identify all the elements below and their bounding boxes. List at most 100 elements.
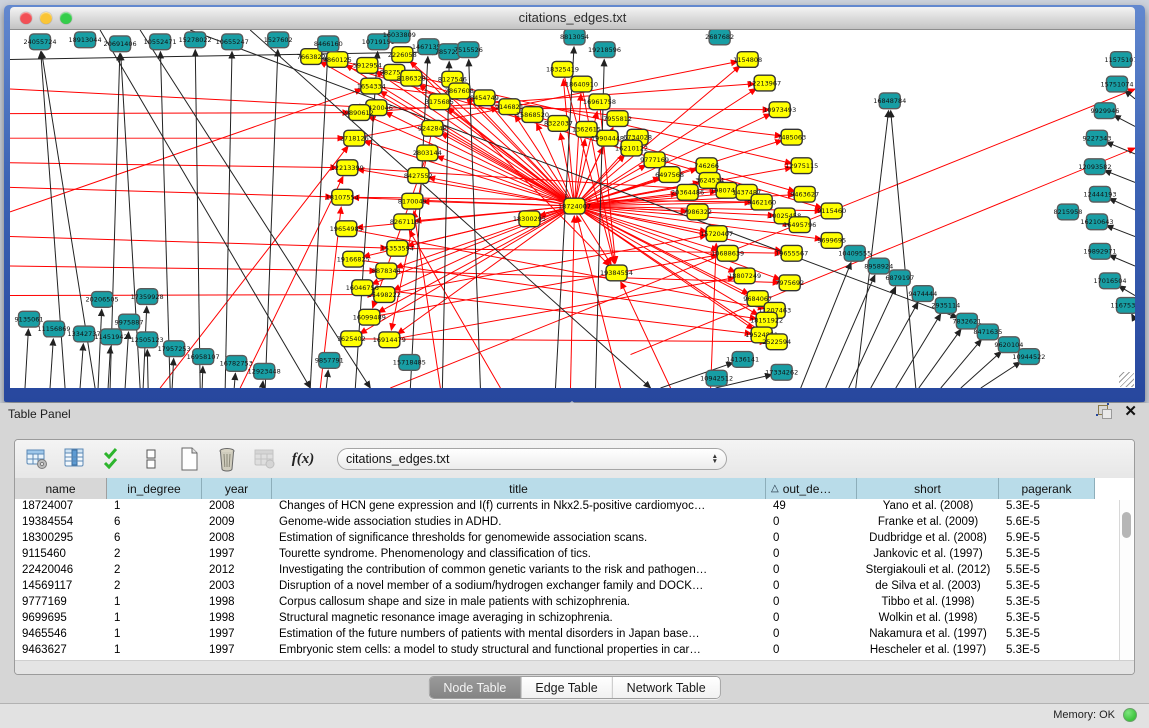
cell-pagerank[interactable]: 5.3E-5 [999, 627, 1095, 643]
memory-ok-icon[interactable] [1123, 708, 1137, 722]
graph-node[interactable]: 2718126 [340, 130, 369, 146]
cell-in_degree[interactable]: 6 [107, 515, 202, 531]
cell-year[interactable]: 1997 [202, 547, 272, 563]
graph-node[interactable]: 16210643 [1080, 214, 1113, 230]
graph-node[interactable]: 7955812 [603, 111, 632, 127]
cell-title[interactable]: Tourette syndrome. Phenomenology and cla… [272, 547, 766, 563]
graph-node[interactable]: 12213967 [748, 75, 781, 91]
window-resize-grip[interactable] [1119, 372, 1134, 387]
table-vscrollbar[interactable] [1119, 500, 1133, 660]
graph-edge[interactable] [265, 50, 278, 388]
graph-node[interactable]: 2687682 [705, 30, 734, 45]
cell-out_degree[interactable]: 0 [766, 627, 857, 643]
graph-node[interactable]: 9857791 [315, 353, 344, 369]
graph-edge[interactable] [234, 373, 235, 388]
column-header-pagerank[interactable]: pagerank [999, 478, 1095, 499]
cell-pagerank[interactable]: 5.9E-5 [999, 531, 1095, 547]
cell-title[interactable]: Corpus callosum shape and size in male p… [272, 595, 766, 611]
column-header-in_degree[interactable]: in_degree [107, 478, 202, 499]
graph-node[interactable]: 7515526 [454, 42, 483, 58]
table-row[interactable]: 969969511998Structural magnetic resonanc… [15, 611, 1134, 627]
graph-node[interactable]: 1154808 [733, 52, 762, 68]
table-row[interactable]: 1938455462009Genome-wide association stu… [15, 515, 1134, 531]
graph-node[interactable]: 9929946 [1091, 103, 1120, 119]
graph-edge[interactable] [172, 358, 174, 388]
graph-edge[interactable] [891, 111, 916, 388]
graph-node[interactable]: 9227343 [1083, 130, 1112, 146]
cell-year[interactable]: 2009 [202, 515, 272, 531]
cell-short[interactable]: Jankovic et al. (1997) [857, 547, 999, 563]
graph-node[interactable]: 9462160 [747, 194, 776, 210]
cell-year[interactable]: 2008 [202, 531, 272, 547]
graph-node[interactable]: 9860125 [323, 52, 352, 68]
graph-node[interactable]: 8466160 [314, 36, 343, 52]
graph-node[interactable]: 1527602 [264, 32, 293, 48]
graph-node[interactable]: 5912954 [353, 58, 382, 74]
graph-edge[interactable] [577, 216, 621, 388]
graph-edge[interactable] [1109, 198, 1135, 210]
cell-pagerank[interactable]: 5.3E-5 [999, 579, 1095, 595]
graph-edge[interactable] [1106, 142, 1135, 154]
graph-node[interactable]: 7975692 [775, 275, 804, 291]
table-row[interactable]: 1872400712008Changes of HCN gene express… [15, 499, 1134, 515]
cell-pagerank[interactable]: 5.6E-5 [999, 515, 1095, 531]
graph-node[interactable]: 746266 [694, 158, 719, 174]
graph-node[interactable]: 9474444 [908, 286, 937, 302]
delete-icon[interactable] [215, 447, 239, 471]
graph-node[interactable]: 14136141 [726, 352, 759, 368]
graph-node[interactable]: 11156869 [38, 321, 71, 337]
graph-edge[interactable] [351, 339, 766, 342]
cell-name[interactable]: 9115460 [15, 547, 107, 563]
graph-edge[interactable] [1106, 225, 1135, 236]
cell-year[interactable]: 1997 [202, 627, 272, 643]
graph-edge[interactable] [326, 370, 328, 388]
graph-node[interactable]: 8427552 [404, 168, 433, 184]
graph-node[interactable]: 10655247 [216, 34, 249, 50]
graph-edge[interactable] [1114, 115, 1135, 126]
cell-out_degree[interactable]: 0 [766, 579, 857, 595]
cell-short[interactable]: Dudbridge et al. (2008) [857, 531, 999, 547]
graph-edge[interactable] [10, 295, 374, 296]
graph-node[interactable]: 17016504 [1093, 273, 1126, 289]
cell-pagerank[interactable]: 5.3E-5 [999, 499, 1095, 515]
cell-pagerank[interactable]: 5.3E-5 [999, 547, 1095, 563]
network-window[interactable]: citations_edges.txt 18724007183002952226… [4, 5, 1145, 402]
cell-out_degree[interactable]: 0 [766, 611, 857, 627]
cell-title[interactable]: Estimation of significance thresholds fo… [272, 531, 766, 547]
cell-year[interactable]: 1997 [202, 643, 272, 659]
graph-edge[interactable] [98, 309, 102, 388]
cell-title[interactable]: Genome-wide association studies in ADHD. [272, 515, 766, 531]
cell-year[interactable]: 1998 [202, 611, 272, 627]
cell-pagerank[interactable]: 5.3E-5 [999, 643, 1095, 659]
graph-node[interactable]: 8215958 [1053, 204, 1082, 220]
graph-node[interactable]: 11575107 [1104, 52, 1135, 68]
graph-node[interactable]: 19166825 [337, 251, 370, 267]
graph-edge[interactable] [1132, 314, 1135, 320]
graph-node[interactable]: 7485063 [777, 129, 806, 145]
graph-node[interactable]: 10409555 [838, 245, 871, 261]
cell-short[interactable]: Hescheler et al. (1997) [857, 643, 999, 659]
cell-short[interactable]: de Silva et al. (2003) [857, 579, 999, 595]
graph-node[interactable]: 18640910 [565, 76, 598, 92]
cell-name[interactable]: 9699695 [15, 611, 107, 627]
graph-edge[interactable] [100, 30, 310, 388]
graph-edge[interactable] [801, 262, 851, 388]
graph-edge[interactable] [80, 344, 83, 388]
graph-node[interactable]: 8170049 [398, 193, 427, 209]
graph-node[interactable]: 18325419 [546, 61, 579, 77]
cell-short[interactable]: Tibbo et al. (1998) [857, 595, 999, 611]
cell-short[interactable]: Franke et al. (2009) [857, 515, 999, 531]
cell-name[interactable]: 18724007 [15, 499, 107, 515]
table-select-dropdown[interactable]: citations_edges.txt ▲▼ [337, 448, 727, 470]
cell-name[interactable]: 9465546 [15, 627, 107, 643]
table-row[interactable]: 977716911998Corpus callosum shape and si… [15, 595, 1134, 611]
graph-node[interactable]: 8322037 [544, 116, 573, 132]
graph-edge[interactable] [10, 113, 349, 114]
graph-node[interactable]: 3175685 [425, 94, 454, 110]
function-builder-icon[interactable]: f(x) [291, 447, 315, 471]
graph-edge[interactable] [10, 89, 362, 212]
network-window-titlebar[interactable]: citations_edges.txt [10, 7, 1135, 30]
cell-in_degree[interactable]: 1 [107, 595, 202, 611]
graph-edge[interactable] [225, 52, 232, 388]
table-row[interactable]: 2242004622012Investigating the contribut… [15, 563, 1134, 579]
